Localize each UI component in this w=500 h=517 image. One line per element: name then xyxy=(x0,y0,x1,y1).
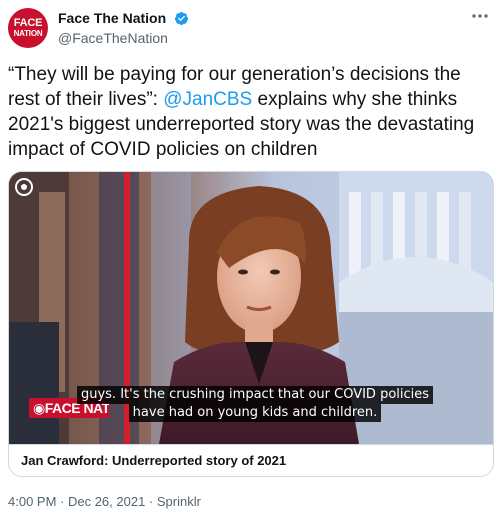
avatar-line1: FACE xyxy=(13,17,43,29)
video-frame[interactable]: ◉FACE NATION guys. It's the crushing imp… xyxy=(9,172,493,444)
media-card[interactable]: ◉FACE NATION guys. It's the crushing imp… xyxy=(8,171,494,477)
tweet-timestamp-source[interactable]: 4:00 PM · Dec 26, 2021 · Sprinklr xyxy=(8,493,201,510)
tweet-header: FACE NATION Face The Nation @FaceTheNati… xyxy=(8,8,492,48)
verified-badge-icon xyxy=(174,12,188,26)
author-names: Face The Nation @FaceTheNation xyxy=(58,10,189,47)
caption-line-2: have had on young kids and children. xyxy=(128,404,382,422)
more-options-icon[interactable] xyxy=(470,10,490,26)
closed-captions: guys. It's the crushing impact that our … xyxy=(65,386,445,422)
tweet-text: “They will be paying for our generation’… xyxy=(8,62,492,162)
lower-third-eye-icon: ◉ xyxy=(33,400,45,416)
mention-link[interactable]: @JanCBS xyxy=(163,89,252,110)
card-title[interactable]: Jan Crawford: Underreported story of 202… xyxy=(9,444,493,476)
author-display-name[interactable]: Face The Nation xyxy=(58,10,166,27)
avatar-line2: NATION xyxy=(13,29,43,38)
avatar[interactable]: FACE NATION xyxy=(8,8,48,48)
cbs-eye-logo-icon xyxy=(15,178,33,196)
caption-line-1: guys. It's the crushing impact that our … xyxy=(76,386,434,404)
author-handle[interactable]: @FaceTheNation xyxy=(58,29,189,47)
